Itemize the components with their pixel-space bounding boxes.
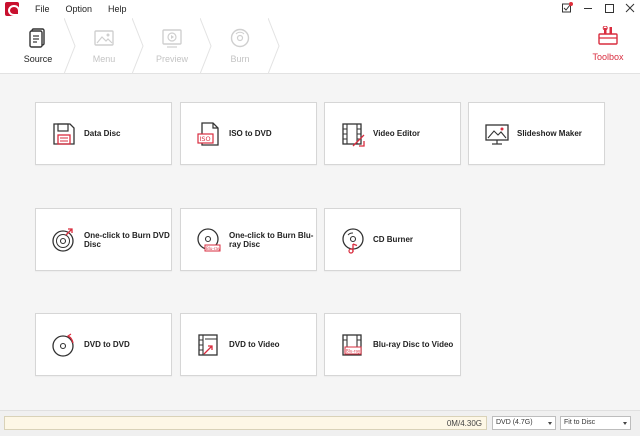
step-navigation: Source Menu Preview Burn Toolbox — [0, 18, 640, 74]
svg-text:ISO: ISO — [200, 135, 211, 143]
minimize-button[interactable] — [582, 2, 594, 14]
tile-slideshow-maker[interactable]: Slideshow Maker — [468, 102, 605, 165]
tile-label: CD Burner — [373, 235, 414, 244]
maximize-button[interactable] — [603, 2, 615, 14]
tile-label: ISO to DVD — [229, 129, 272, 138]
dvd-burn-icon — [52, 227, 74, 252]
burn-disc-icon — [230, 28, 250, 48]
window-controls — [561, 2, 636, 14]
tile-label: Slideshow Maker — [517, 129, 582, 138]
floppy-disk-icon — [53, 122, 75, 145]
tile-label: DVD to DVD — [84, 340, 130, 349]
tile-one-click-bluray[interactable]: Blu-ray One-click to Burn Blu-ray Disc — [180, 208, 317, 271]
toolbox-label: Toolbox — [592, 52, 624, 62]
fit-mode-value: Fit to Disc — [564, 419, 596, 426]
fit-mode-select[interactable]: Fit to Disc — [560, 416, 631, 430]
notification-icon[interactable] — [561, 2, 573, 14]
step-source-label: Source — [23, 54, 53, 64]
iso-file-icon: ISO — [197, 121, 219, 146]
tile-one-click-dvd[interactable]: One-click to Burn DVD Disc — [35, 208, 172, 271]
tile-cd-burner[interactable]: CD Burner — [324, 208, 461, 271]
tile-label: Data Disc — [84, 129, 121, 138]
chevron-down-icon — [623, 422, 627, 425]
tile-label: One-click to Burn Blu-ray Disc — [229, 230, 314, 249]
cd-music-icon — [342, 227, 364, 254]
film-edit-icon — [342, 122, 365, 147]
step-menu-label: Menu — [92, 54, 116, 64]
capacity-text: 0M/4.30G — [446, 419, 482, 428]
preview-play-icon — [162, 29, 182, 48]
menu-help[interactable]: Help — [108, 4, 127, 14]
notification-badge — [569, 2, 573, 6]
step-preview-label: Preview — [155, 54, 188, 64]
svg-text:Blu-ray: Blu-ray — [346, 348, 361, 353]
title-bar: File Option Help — [0, 0, 640, 18]
chevron-down-icon — [548, 422, 552, 425]
tile-video-editor[interactable]: Video Editor — [324, 102, 461, 165]
disc-type-select[interactable]: DVD (4.7G) — [492, 416, 556, 430]
step-burn-label: Burn — [230, 54, 250, 64]
tile-label: DVD to Video — [229, 340, 280, 349]
tile-data-disc[interactable]: Data Disc — [35, 102, 172, 165]
toolbox-button[interactable]: Toolbox — [586, 26, 630, 70]
status-bar: 0M/4.30G DVD (4.7G) Fit to Disc — [0, 410, 640, 436]
tile-dvd-to-video[interactable]: DVD to Video — [180, 313, 317, 376]
toolbox-icon — [598, 26, 618, 45]
step-separator — [268, 18, 280, 74]
disc-type-value: DVD (4.7G) — [496, 419, 533, 426]
tile-bluray-to-video[interactable]: Blu-ray Blu-ray Disc to Video — [324, 313, 461, 376]
menu-file[interactable]: File — [35, 4, 50, 14]
tile-label: Blu-ray Disc to Video — [373, 340, 454, 349]
svg-text:Blu-ray: Blu-ray — [206, 246, 221, 251]
source-doc-icon — [29, 28, 45, 48]
bluray-to-video-icon: Blu-ray — [342, 333, 362, 356]
slideshow-monitor-icon — [485, 123, 509, 145]
step-burn[interactable]: Burn — [204, 18, 276, 74]
tile-iso-to-dvd[interactable]: ISO ISO to DVD — [180, 102, 317, 165]
dvd-to-video-icon — [198, 333, 218, 356]
tile-label: One-click to Burn DVD Disc — [84, 230, 170, 249]
app-logo-icon — [5, 2, 20, 16]
dvd-copy-icon — [52, 333, 74, 357]
menu-image-icon — [94, 30, 114, 46]
close-button[interactable] — [624, 2, 636, 14]
step-menu[interactable]: Menu — [68, 18, 140, 74]
capacity-bar: 0M/4.30G — [4, 416, 487, 430]
step-preview[interactable]: Preview — [136, 18, 208, 74]
menu-option[interactable]: Option — [66, 4, 93, 14]
bluray-burn-icon: Blu-ray — [197, 227, 221, 251]
tile-label: Video Editor — [373, 129, 420, 138]
tile-dvd-to-dvd[interactable]: DVD to DVD — [35, 313, 172, 376]
